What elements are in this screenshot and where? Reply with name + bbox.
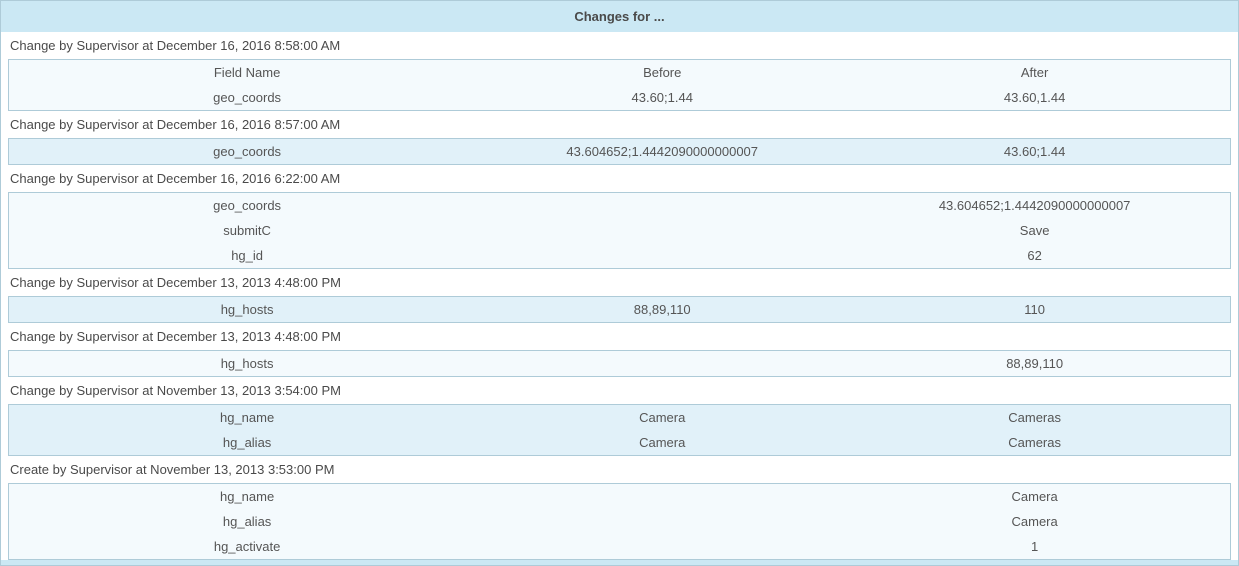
change-entry-label-4: Change by Supervisor at December 13, 201… xyxy=(1,323,1238,350)
table-row: hg_nameCameraCameras xyxy=(9,405,1230,430)
column-header-after: After xyxy=(839,60,1230,85)
field-name-cell: hg_hosts xyxy=(9,351,485,376)
panel-titlebar: Changes for ... xyxy=(1,1,1238,32)
change-entry-table-5: hg_nameCameraCamerashg_aliasCameraCamera… xyxy=(8,404,1231,456)
before-value-cell: Camera xyxy=(485,430,839,455)
table-row: hg_id 62 xyxy=(9,243,1230,268)
after-value-cell: Cameras xyxy=(839,405,1230,430)
before-value-cell: 88,89,110 xyxy=(485,297,839,322)
after-value-cell: 43.604652;1.4442090000000007 xyxy=(839,193,1230,218)
panel-title: Changes for ... xyxy=(574,9,664,24)
change-entry-table-4: hg_hosts 88,89,110 xyxy=(8,350,1231,377)
before-value-cell: 43.60;1.44 xyxy=(485,85,839,110)
after-value-cell: 62 xyxy=(839,243,1230,268)
before-value-cell xyxy=(485,243,839,268)
column-header-field: Field Name xyxy=(9,60,485,85)
change-entry-label-3: Change by Supervisor at December 13, 201… xyxy=(1,269,1238,296)
table-row: hg_hosts88,89,110110 xyxy=(9,297,1230,322)
field-name-cell: hg_id xyxy=(9,243,485,268)
changelog-panel: Changes for ... Change by Supervisor at … xyxy=(0,0,1239,566)
after-value-cell: Camera xyxy=(839,484,1230,509)
field-name-cell: geo_coords xyxy=(9,193,485,218)
table-row: hg_aliasCameraCameras xyxy=(9,430,1230,455)
change-entry-table-2: geo_coords43.604652;1.4442090000000007su… xyxy=(8,192,1231,269)
change-entry-table-6: hg_name Camera hg_alias Camera hg_activate 1 xyxy=(8,483,1231,560)
field-name-cell: geo_coords xyxy=(9,85,485,110)
before-value-cell xyxy=(485,193,839,218)
change-entry-label-6: Create by Supervisor at November 13, 201… xyxy=(1,456,1238,483)
after-value-cell: 1 xyxy=(839,534,1230,559)
field-name-cell: hg_hosts xyxy=(9,297,485,322)
table-row: hg_hosts 88,89,110 xyxy=(9,351,1230,376)
change-entry-table-0: Field NameBeforeAftergeo_coords43.60;1.4… xyxy=(8,59,1231,111)
change-entries-list: Change by Supervisor at December 16, 201… xyxy=(1,32,1238,560)
table-row: hg_name Camera xyxy=(9,484,1230,509)
table-row: geo_coords43.60;1.4443.60,1.44 xyxy=(9,85,1230,110)
before-value-cell xyxy=(485,351,839,376)
field-name-cell: geo_coords xyxy=(9,139,485,164)
column-header-before: Before xyxy=(485,60,839,85)
footer-bar xyxy=(1,560,1238,566)
column-header-row: Field NameBeforeAfter xyxy=(9,60,1230,85)
field-name-cell: hg_alias xyxy=(9,509,485,534)
after-value-cell: Save xyxy=(839,218,1230,243)
table-row: hg_alias Camera xyxy=(9,509,1230,534)
table-row: geo_coords43.604652;1.444209000000000743… xyxy=(9,139,1230,164)
after-value-cell: 43.60,1.44 xyxy=(839,85,1230,110)
after-value-cell: 43.60;1.44 xyxy=(839,139,1230,164)
change-entry-label-5: Change by Supervisor at November 13, 201… xyxy=(1,377,1238,404)
field-name-cell: hg_name xyxy=(9,484,485,509)
before-value-cell xyxy=(485,484,839,509)
table-row: geo_coords 43.604652;1.4442090000000007 xyxy=(9,193,1230,218)
before-value-cell xyxy=(485,509,839,534)
before-value-cell xyxy=(485,218,839,243)
field-name-cell: hg_name xyxy=(9,405,485,430)
field-name-cell: hg_activate xyxy=(9,534,485,559)
before-value-cell xyxy=(485,534,839,559)
change-entry-label-0: Change by Supervisor at December 16, 201… xyxy=(1,32,1238,59)
after-value-cell: Camera xyxy=(839,509,1230,534)
before-value-cell: 43.604652;1.4442090000000007 xyxy=(485,139,839,164)
table-row: submitC Save xyxy=(9,218,1230,243)
change-entry-table-1: geo_coords43.604652;1.444209000000000743… xyxy=(8,138,1231,165)
change-entry-label-2: Change by Supervisor at December 16, 201… xyxy=(1,165,1238,192)
field-name-cell: submitC xyxy=(9,218,485,243)
after-value-cell: Cameras xyxy=(839,430,1230,455)
after-value-cell: 110 xyxy=(839,297,1230,322)
after-value-cell: 88,89,110 xyxy=(839,351,1230,376)
change-entry-table-3: hg_hosts88,89,110110 xyxy=(8,296,1231,323)
field-name-cell: hg_alias xyxy=(9,430,485,455)
before-value-cell: Camera xyxy=(485,405,839,430)
table-row: hg_activate 1 xyxy=(9,534,1230,559)
change-entry-label-1: Change by Supervisor at December 16, 201… xyxy=(1,111,1238,138)
